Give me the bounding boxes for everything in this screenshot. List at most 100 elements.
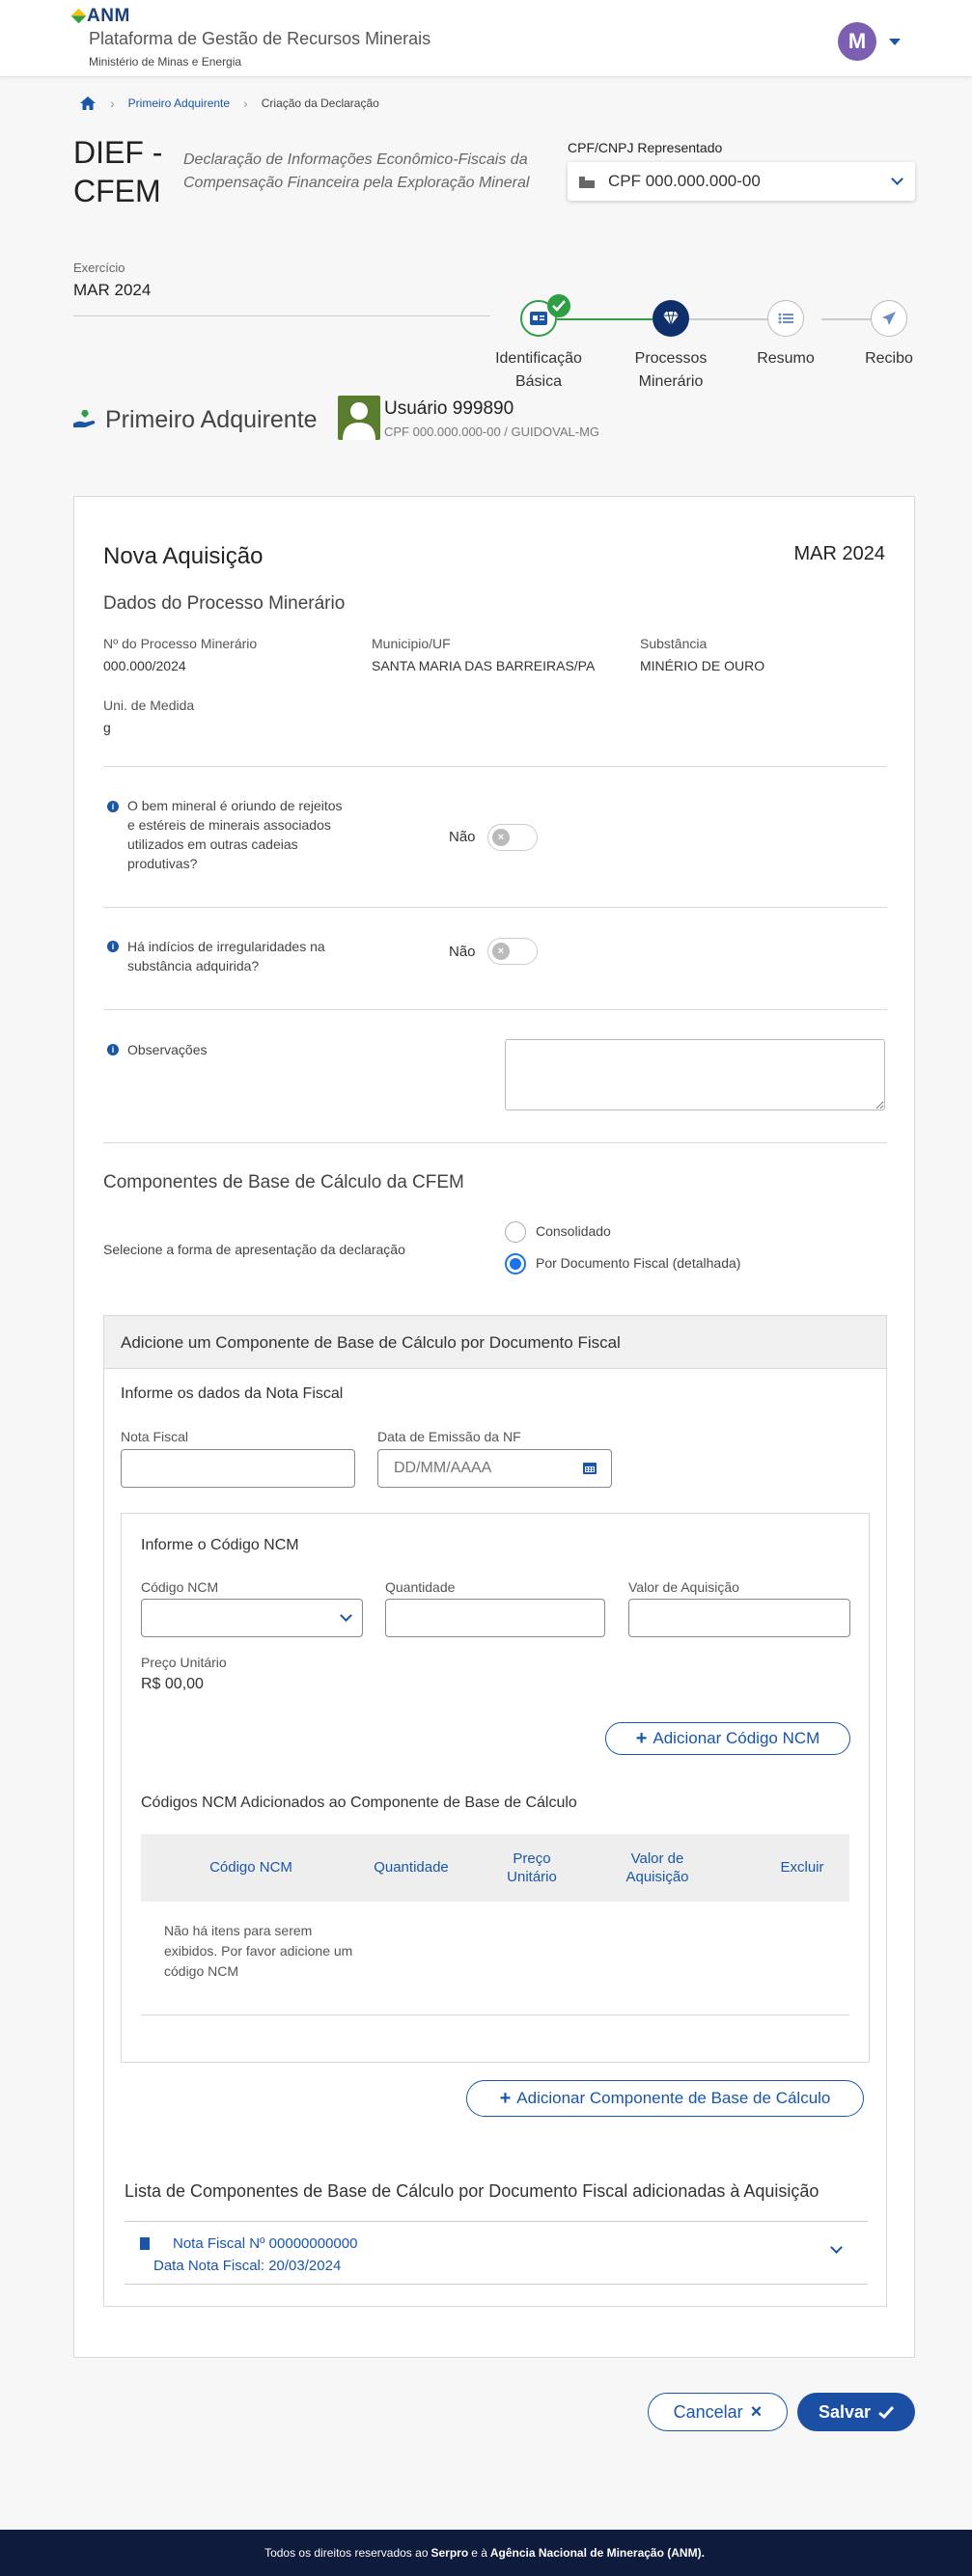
id-card-icon: [530, 312, 547, 325]
nota-fiscal-date: Data Nota Fiscal: 20/03/2024: [153, 2258, 342, 2274]
substancia-value: MINÉRIO DE OURO: [640, 658, 765, 673]
cpf-select-label: CPF/CNPJ Representado: [568, 140, 723, 155]
cpf-select[interactable]: CPF 000.000.000-00: [568, 162, 915, 201]
substancia-label: Substância: [640, 636, 708, 651]
section-title: Primeiro Adquirente: [105, 406, 318, 433]
nota-section-title: Informe os dados da Nota Fiscal: [121, 1385, 344, 1402]
divider: [103, 907, 887, 908]
th-excluir: Excluir: [780, 1859, 824, 1876]
acquisition-card: Nova Aquisição MAR 2024 Dados do Process…: [73, 496, 915, 2358]
home-icon[interactable]: [79, 96, 97, 111]
th-quantidade: Quantidade: [374, 1859, 449, 1876]
building-icon: [579, 177, 595, 188]
list-item[interactable]: Nota Fiscal Nº 00000000000 Data Nota Fis…: [125, 2221, 868, 2285]
radio-documento-fiscal[interactable]: [505, 1253, 526, 1274]
componente-panel: Adicione um Componente de Base de Cálcul…: [103, 1315, 887, 2307]
ministry-name: Ministério de Minas e Energia: [89, 55, 242, 69]
card-subtitle: Dados do Processo Minerário: [103, 593, 346, 614]
municipio-label: Municipio/UF: [372, 636, 451, 651]
info-icon: i: [107, 1044, 119, 1055]
processo-label: Nº do Processo Minerário: [103, 636, 258, 651]
caret-down-icon[interactable]: [889, 39, 901, 45]
check-icon: [878, 2405, 895, 2419]
divider: [103, 1142, 887, 1143]
th-valor-aquisicao: Valor de Aquisição: [625, 1850, 689, 1885]
th-codigo-ncm: Código NCM: [209, 1859, 292, 1876]
valor-aquisicao-label: Valor de Aquisição: [628, 1579, 739, 1595]
paper-plane-icon: [882, 312, 896, 325]
chevron-down-icon: [891, 173, 903, 185]
componentes-list-title: Lista de Componentes de Base de Cálculo …: [125, 2181, 819, 2201]
codigo-ncm-select[interactable]: [141, 1599, 363, 1637]
municipio-value: SANTA MARIA DAS BARREIRAS/PA: [372, 658, 596, 673]
diamond-icon: [663, 311, 679, 326]
unidade-label: Uni. de Medida: [103, 698, 195, 713]
radio-documento-fiscal-label[interactable]: Por Documento Fiscal (detalhada): [536, 1255, 740, 1271]
check-icon: [547, 294, 570, 317]
footer-anm: Agência Nacional de Mineração (ANM).: [489, 2546, 705, 2560]
footer-prefix: Todos os direitos reservados ao: [264, 2546, 429, 2560]
data-emissao-input[interactable]: [377, 1449, 612, 1488]
breadcrumb: › Primeiro Adquirente › Criação da Decla…: [79, 96, 379, 111]
logo-text: ANM: [87, 6, 130, 26]
exercicio-label: Exercício: [73, 260, 125, 275]
toggle-rejeitos[interactable]: ×: [487, 824, 538, 851]
question-rejeitos: O bem mineral é oriundo de rejeitos e es…: [127, 798, 343, 871]
valor-aquisicao-input[interactable]: [628, 1599, 850, 1637]
step-processos[interactable]: [653, 300, 689, 337]
divider: [103, 766, 887, 767]
exercicio-value: MAR 2024: [73, 281, 152, 299]
ncm-box: Informe o Código NCM Código NCM Quantida…: [121, 1513, 870, 2063]
cancel-button[interactable]: Cancelar ×: [648, 2393, 788, 2431]
footer-middle: e à: [471, 2546, 487, 2560]
divider: [73, 315, 490, 316]
add-ncm-button[interactable]: + Adicionar Código NCM: [605, 1722, 850, 1755]
toggle-irregularidades[interactable]: ×: [487, 938, 538, 965]
page-title: DIEF - CFEM: [73, 135, 163, 208]
hand-mineral-icon: [73, 410, 96, 427]
divider: [141, 2014, 849, 2015]
quantidade-input[interactable]: [385, 1599, 605, 1637]
ncm-table-title: Códigos NCM Adicionados ao Componente de…: [141, 1795, 577, 1811]
list-icon: [778, 313, 793, 324]
page-description: Declaração de Informações Econômico-Fisc…: [183, 151, 530, 191]
add-ncm-label: Adicionar Código NCM: [653, 1729, 820, 1747]
observacoes-textarea[interactable]: [505, 1039, 885, 1110]
step-resumo[interactable]: [767, 300, 804, 337]
nota-fiscal-input[interactable]: [121, 1449, 355, 1488]
platform-name: Plataforma de Gestão de Recursos Minerai…: [89, 29, 431, 48]
card-period: MAR 2024: [793, 543, 886, 564]
add-componente-label: Adicionar Componente de Base de Cálculo: [516, 2089, 831, 2107]
cancel-label: Cancelar: [673, 2401, 743, 2422]
preco-unitario-label: Preço Unitário: [141, 1655, 227, 1670]
step-label-recibo: Recibo: [865, 350, 913, 367]
question-irregularidades: Há indícios de irregularidades na substâ…: [127, 939, 325, 973]
unidade-value: g: [103, 720, 111, 735]
radio-consolidado[interactable]: [505, 1221, 526, 1243]
chevron-down-icon[interactable]: [830, 2241, 843, 2254]
top-bar: ANM Plataforma de Gestão de Recursos Min…: [0, 0, 972, 77]
close-icon: ×: [492, 829, 510, 846]
calendar-icon[interactable]: [583, 1461, 597, 1474]
user-avatar-button[interactable]: M: [838, 22, 876, 61]
processo-value: 000.000/2024: [103, 658, 186, 673]
close-icon: ×: [750, 2400, 763, 2423]
cpf-selected-value: CPF 000.000.000-00: [608, 172, 761, 190]
quantidade-label: Quantidade: [385, 1579, 456, 1595]
question-rejeitos-answer: Não: [449, 829, 476, 845]
breadcrumb-separator: ›: [243, 96, 248, 111]
radio-consolidado-label[interactable]: Consolidado: [536, 1223, 611, 1239]
add-componente-button[interactable]: + Adicionar Componente de Base de Cálculo: [466, 2080, 864, 2117]
plus-icon: +: [499, 2087, 512, 2109]
anm-logo-icon: [70, 8, 87, 24]
document-icon: [140, 2237, 150, 2250]
step-recibo[interactable]: [871, 300, 907, 337]
anm-logo[interactable]: ANM: [70, 6, 130, 27]
step-label-identificacao: Identificação Básica: [495, 350, 582, 390]
breadcrumb-primeiro-adquirente[interactable]: Primeiro Adquirente: [128, 96, 230, 110]
breadcrumb-current: Criação da Declaração: [261, 96, 379, 110]
breadcrumb-separator: ›: [110, 96, 115, 111]
plus-icon: +: [635, 1727, 648, 1749]
step-label-resumo: Resumo: [757, 350, 815, 367]
save-button[interactable]: Salvar: [797, 2393, 915, 2431]
